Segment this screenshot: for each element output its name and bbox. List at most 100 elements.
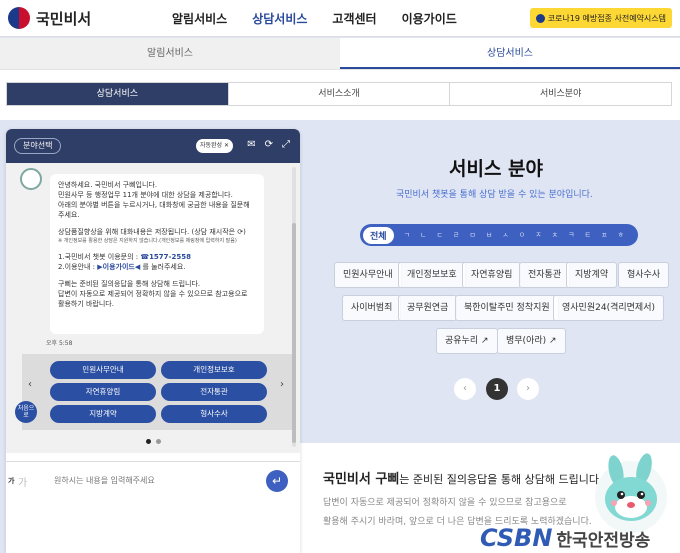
carousel-dot[interactable] [146,439,151,444]
consonant-filter: 전체 ㄱ ㄴ ㄷ ㄹ ㅁ ㅂ ㅅ ㅇ ㅈ ㅊ ㅋ ㅌ ㅍ ㅎ [360,224,638,246]
nav-user-guide[interactable]: 이용가이드 [402,10,457,27]
bottom-intro: 국민비서 구삐는 준비된 질의응답을 통해 상담해 드립니다. [323,468,602,487]
quick-menu-button[interactable]: 형사수사 [161,405,267,423]
service-chip[interactable]: 민원사무안내 [334,262,402,288]
emblem-icon [535,13,545,23]
service-chip[interactable]: 개인정보보호 [398,262,466,288]
font-size-small-button[interactable]: 가 [8,476,14,486]
sub-nav: 알림서비스 상담서비스 [0,38,680,70]
carousel-dots [146,439,161,444]
filter-consonant[interactable]: ㅈ [535,230,541,240]
watermark-text: 한국안전방송 [556,530,651,551]
msg-line: 주세요. [58,211,80,219]
service-chip[interactable]: 전자통관 [519,262,571,288]
msg-line: ※ 개인정보를 활용한 상담은 지원하지 않습니다.(개인정보를 제링창에 입력… [58,238,237,244]
msg-line: 안녕하세요. 국민비서 구삐입니다. [58,181,158,189]
font-size-large-button[interactable]: 가 [18,474,27,489]
service-chip[interactable]: 영사민원24(격리면제서) [553,295,664,321]
pager-next-icon[interactable]: › [517,378,539,400]
menu-next-icon[interactable]: › [280,379,284,390]
quick-menu-button[interactable]: 개인정보보호 [161,361,267,379]
subnav-consult[interactable]: 상담서비스 [340,38,680,69]
filter-consonant[interactable]: ㅍ [601,230,607,240]
tab-service-field[interactable]: 서비스분야 [449,83,672,105]
service-chip-external[interactable]: 병무(아라) ↗ [497,328,566,354]
field-select-button[interactable]: 분야선택 [14,138,62,154]
msg-line: 1.국민비서 챗봇 이용문의 : ☎1577-2558 [58,252,256,262]
msg-line: 2.이용안내 : ▶이용가이드◀ 를 눌러주세요. [58,262,256,272]
covid-reservation-button[interactable]: 코로나19 예방접종 사전예약시스템 [529,8,672,28]
pager-current[interactable]: 1 [486,378,508,400]
send-icon[interactable]: ↵ [266,470,288,492]
phone-link[interactable]: ☎1577-2558 [140,253,191,261]
pager-prev-icon[interactable]: ‹ [454,378,476,400]
msg-line: 상담품질향상을 위해 대화내용은 저장됩니다. (상담 재시작은 ⟳) [58,228,246,236]
service-chip[interactable]: 지방계약 [566,262,618,288]
service-chip[interactable]: 자연휴양림 [462,262,522,288]
msg-line: 활용하기 바랍니다. [58,300,114,308]
msg-line: 구삐는 준비된 질의응답을 통해 상담해 드립니다. [58,280,201,288]
msg-line: 답변이 자동으로 제공되어 정확하지 않을 수 있으므로 참고용으로 [58,290,248,298]
expand-icon[interactable]: ⤢ [282,139,290,150]
chat-message-input[interactable] [54,476,254,485]
service-chip-external[interactable]: 공유누리 ↗ [436,328,498,354]
filter-consonant[interactable]: ㅁ [469,230,475,240]
tab-consult-service[interactable]: 상담서비스 [7,83,228,105]
filter-consonant[interactable]: ㅇ [519,230,525,240]
service-chip[interactable]: 북한이탈주민 정착지원 [455,295,559,321]
menu-prev-icon[interactable]: ‹ [28,379,32,390]
carousel-dot[interactable] [156,439,161,444]
filter-consonant[interactable]: ㄹ [453,230,459,240]
filter-consonant[interactable]: ㅌ [585,230,591,240]
watermark-logo: CSBN [480,524,553,552]
nav-notification-service[interactable]: 알림서비스 [172,10,227,27]
taegeuk-logo-icon [8,7,30,29]
bottom-notice-1: 답변이 자동으로 제공되어 정확하지 않을 수 있으므로 참고용으로 [323,498,567,508]
go-first-button[interactable]: 처음으로 [15,401,37,423]
service-subtitle: 국민비서 챗봇을 통해 상담 받을 수 있는 분야입니다. [396,190,593,200]
service-chip[interactable]: 형사수사 [618,262,670,288]
filter-consonant[interactable]: ㅋ [568,230,574,240]
msg-guide-label: 2.이용안내 : [58,263,98,271]
chatbot-header: 분야선택 자동완성 ✕ ✉ ⟳ ⤢ [6,129,300,163]
tab-service-intro[interactable]: 서비스소개 [227,83,450,105]
filter-consonant[interactable]: ㅂ [486,230,492,240]
filter-consonant[interactable]: ㄱ [404,230,410,240]
logo-text: 국민비서 [36,9,92,28]
broadcast-watermark: CSBN 한국안전방송 [480,524,650,552]
filter-consonant[interactable]: ㄷ [436,230,442,240]
filter-all[interactable]: 전체 [363,226,394,244]
quick-menu-area: ‹ › 민원사무안내 개인정보보호 자연휴양림 전자통관 지방계약 형사수사 [22,354,292,430]
bottom-intro-rest: 는 준비된 질의응답을 통해 상담해 드립니다. [399,473,603,486]
covid-button-label: 코로나19 예방접종 사전예약시스템 [547,13,666,23]
quick-menu-button[interactable]: 지방계약 [50,405,156,423]
nav-consult-service[interactable]: 상담서비스 [252,10,307,27]
header-icons: ✉ ⟳ ⤢ [247,139,290,150]
filter-consonant[interactable]: ㅊ [552,230,558,240]
site-logo[interactable]: 국민비서 [8,7,91,29]
filter-consonant[interactable]: ㅅ [502,230,508,240]
quick-menu-button[interactable]: 자연휴양림 [50,383,156,401]
bottom-intro-bold: 국민비서 구삐 [323,472,400,487]
tabs-bar: 상담서비스 서비스소개 서비스분야 [0,70,680,120]
quick-menu-button[interactable]: 전자통관 [161,383,267,401]
user-guide-link[interactable]: ▶이용가이드◀ [97,263,140,271]
mail-icon[interactable]: ✉ [247,139,255,150]
filter-consonant[interactable]: ㄴ [420,230,426,240]
nav-customer-center[interactable]: 고객센터 [332,10,376,27]
msg-contact-label: 1.국민비서 챗봇 이용문의 : [58,253,141,261]
scrollbar-thumb[interactable] [292,223,296,443]
bot-avatar [20,168,42,190]
service-chip[interactable]: 사이버범죄 [342,295,402,321]
top-header: 국민비서 알림서비스 상담서비스 고객센터 이용가이드 코로나19 예방접종 사… [0,0,680,37]
autocomplete-toggle[interactable]: 자동완성 ✕ [196,139,234,153]
msg-line: 아래의 분야별 버튼을 누르시거나, 대화창에 궁금한 내용을 질문해 [58,201,250,209]
main-nav: 알림서비스 상담서비스 고객센터 이용가이드 [172,10,457,27]
quick-menu-button[interactable]: 민원사무안내 [50,361,156,379]
chatbot-window: 분야선택 자동완성 ✕ ✉ ⟳ ⤢ 안녕하세요. 국민비서 구삐입니다. 민원사… [6,129,300,553]
filter-consonant[interactable]: ㅎ [617,230,623,240]
service-chip[interactable]: 공무원연금 [398,295,458,321]
msg-line: 민원사무 등 행정업무 11개 분야에 대한 상담을 제공합니다. [58,191,233,199]
refresh-icon[interactable]: ⟳ [265,139,273,150]
subnav-notification[interactable]: 알림서비스 [0,38,340,69]
